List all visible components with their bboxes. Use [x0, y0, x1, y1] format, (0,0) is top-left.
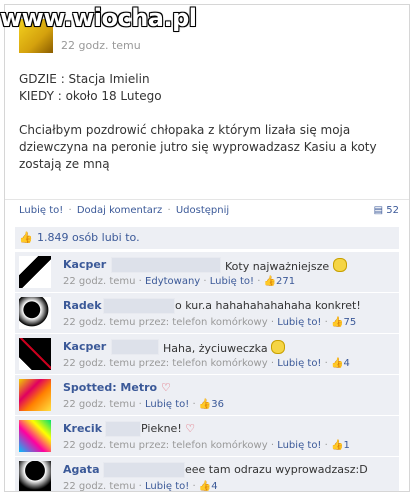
post-line-gap	[19, 105, 399, 122]
blurred-surname	[103, 462, 185, 478]
smile-emoji-icon	[332, 258, 347, 272]
blurred-surname	[111, 257, 221, 273]
comment-author[interactable]: Krecik	[63, 422, 102, 435]
blurred-surname	[111, 339, 159, 355]
heart-icon: ♡	[185, 422, 196, 435]
watermark: www.wiocha.pl	[0, 4, 197, 32]
post-actions: Lubię to! · Dodaj komentarz · Udostępnij…	[5, 199, 409, 222]
comment-meta: 22 godz. temu przez: telefon komórkowy ·…	[63, 317, 357, 328]
comment-like-link[interactable]: Lubię to!	[277, 440, 321, 451]
post-line: KIEDY : około 18 Lutego	[19, 89, 162, 103]
comment-author[interactable]: Agata	[63, 463, 100, 476]
blurred-surname	[105, 421, 141, 437]
edited-label[interactable]: Edytowany	[145, 276, 200, 287]
comment-like-link[interactable]: Lubię to!	[145, 399, 189, 410]
comment-meta: 22 godz. temu przez: telefon komórkowy ·…	[63, 358, 350, 369]
comment-author-name: Spotted: Metro	[63, 381, 158, 394]
post-line: zostają ze mną	[19, 157, 110, 171]
separator: ·	[68, 205, 72, 216]
post-line: GDZIE : Stacja Imielin	[19, 72, 150, 86]
avatar[interactable]	[19, 297, 51, 329]
post-line: dziewczyna na peronie jutro się wyprowad…	[19, 140, 377, 154]
post-timestamp[interactable]: 22 godz. temu	[61, 39, 141, 52]
comment-like-link[interactable]: Lubię to!	[277, 358, 321, 369]
comment-author[interactable]: Spotted: Metro ♡	[63, 381, 171, 394]
comment-item: Kacper Haha, życiuweczka 22 godz. temu p…	[15, 333, 399, 374]
comment-text-content: Haha, życiuweczka	[163, 342, 268, 355]
comment-like-count[interactable]: 36	[211, 399, 224, 410]
blurred-surname	[103, 298, 175, 314]
avatar[interactable]	[19, 256, 51, 288]
comment-item: Agata eee tam odrazu wyprowadzasz:D 22 g…	[15, 456, 399, 492]
likes-count[interactable]: 1.849 osób lubi to.	[37, 231, 140, 244]
post-line: Chciałbym pozdrowić chłopaka z którym li…	[19, 123, 351, 137]
thumbs-up-icon: 👍	[263, 276, 277, 287]
comment-author[interactable]: Radek	[63, 299, 102, 312]
comment-text-content: Piekne!	[141, 422, 182, 435]
thumbs-up-icon: 👍	[198, 399, 212, 410]
comment-text: eee tam odrazu wyprowadzasz:D	[185, 463, 368, 476]
comment-time[interactable]: 22 godz. temu przez: telefon komórkowy	[63, 317, 268, 328]
avatar[interactable]	[19, 379, 51, 411]
comment-time[interactable]: 22 godz. temu	[63, 399, 135, 410]
comment-text-content: Koty najważniejsze	[225, 260, 330, 273]
thumbs-up-icon: 👍	[331, 358, 344, 369]
thumbs-up-icon: 👍	[331, 317, 344, 328]
comment-meta: 22 godz. temu · Edytowany · Lubię to! · …	[63, 276, 296, 287]
share-link[interactable]: Udostępnij	[176, 205, 229, 216]
thumbs-up-icon: 👍	[198, 481, 212, 492]
avatar[interactable]	[19, 420, 51, 452]
comment-time[interactable]: 22 godz. temu	[63, 276, 135, 287]
comment-text: o kur.a hahahahahahaha konkret!	[175, 299, 361, 312]
comment-like-count[interactable]: 4	[343, 358, 349, 369]
comment-like-link[interactable]: Lubię to!	[145, 481, 189, 491]
comment-like-count[interactable]: 75	[343, 317, 356, 328]
comment-like-link[interactable]: Lubię to!	[210, 276, 254, 287]
thumbs-up-icon: 👍	[331, 440, 344, 451]
share-count-value: 52	[386, 205, 399, 216]
comment-meta: 22 godz. temu · Lubię to! · 👍36	[63, 399, 225, 410]
comment-author[interactable]: Kacper	[63, 340, 106, 353]
heart-icon: ♡	[160, 381, 171, 394]
likes-summary: 👍 1.849 osób lubi to.	[15, 227, 399, 249]
comment-text: Haha, życiuweczka	[163, 340, 286, 355]
comment-link[interactable]: Dodaj komentarz	[77, 205, 162, 216]
comment-time[interactable]: 22 godz. temu	[63, 481, 135, 491]
post-card: 22 godz. temu GDZIE : Stacja Imielin KIE…	[4, 4, 410, 492]
share-count[interactable]: ▤ 52	[374, 205, 399, 216]
separator: ·	[167, 205, 171, 216]
comment-like-count[interactable]: 4	[211, 481, 217, 491]
comment-text: Koty najważniejsze	[225, 258, 347, 273]
comment-time[interactable]: 22 godz. temu przez: telefon komórkowy	[63, 440, 268, 451]
comment-time[interactable]: 22 godz. temu przez: telefon komórkowy	[63, 358, 268, 369]
post-body: GDZIE : Stacja Imielin KIEDY : około 18 …	[19, 71, 399, 173]
comment-item: Radek o kur.a hahahahahahaha konkret! 22…	[15, 292, 399, 333]
comment-item: Kacper Koty najważniejsze 22 godz. temu …	[15, 251, 399, 292]
smile-emoji-icon	[271, 340, 286, 354]
comment-like-count[interactable]: 271	[276, 276, 295, 287]
comment-like-link[interactable]: Lubię to!	[277, 317, 321, 328]
comment-like-count[interactable]: 1	[343, 440, 349, 451]
like-link[interactable]: Lubię to!	[19, 205, 63, 216]
comment-text: Piekne! ♡	[141, 422, 195, 435]
comment-meta: 22 godz. temu przez: telefon komórkowy ·…	[63, 440, 350, 451]
comment-author[interactable]: Kacper	[63, 258, 106, 271]
thumbs-up-icon: 👍	[19, 231, 33, 244]
share-icon: ▤	[373, 205, 384, 216]
avatar[interactable]	[19, 461, 51, 491]
comment-item: Krecik Piekne! ♡ 22 godz. temu przez: te…	[15, 415, 399, 456]
comment-meta: 22 godz. temu · Lubię to! · 👍4	[63, 481, 218, 492]
comment-item: Spotted: Metro ♡ 22 godz. temu · Lubię t…	[15, 374, 399, 415]
avatar[interactable]	[19, 338, 51, 370]
